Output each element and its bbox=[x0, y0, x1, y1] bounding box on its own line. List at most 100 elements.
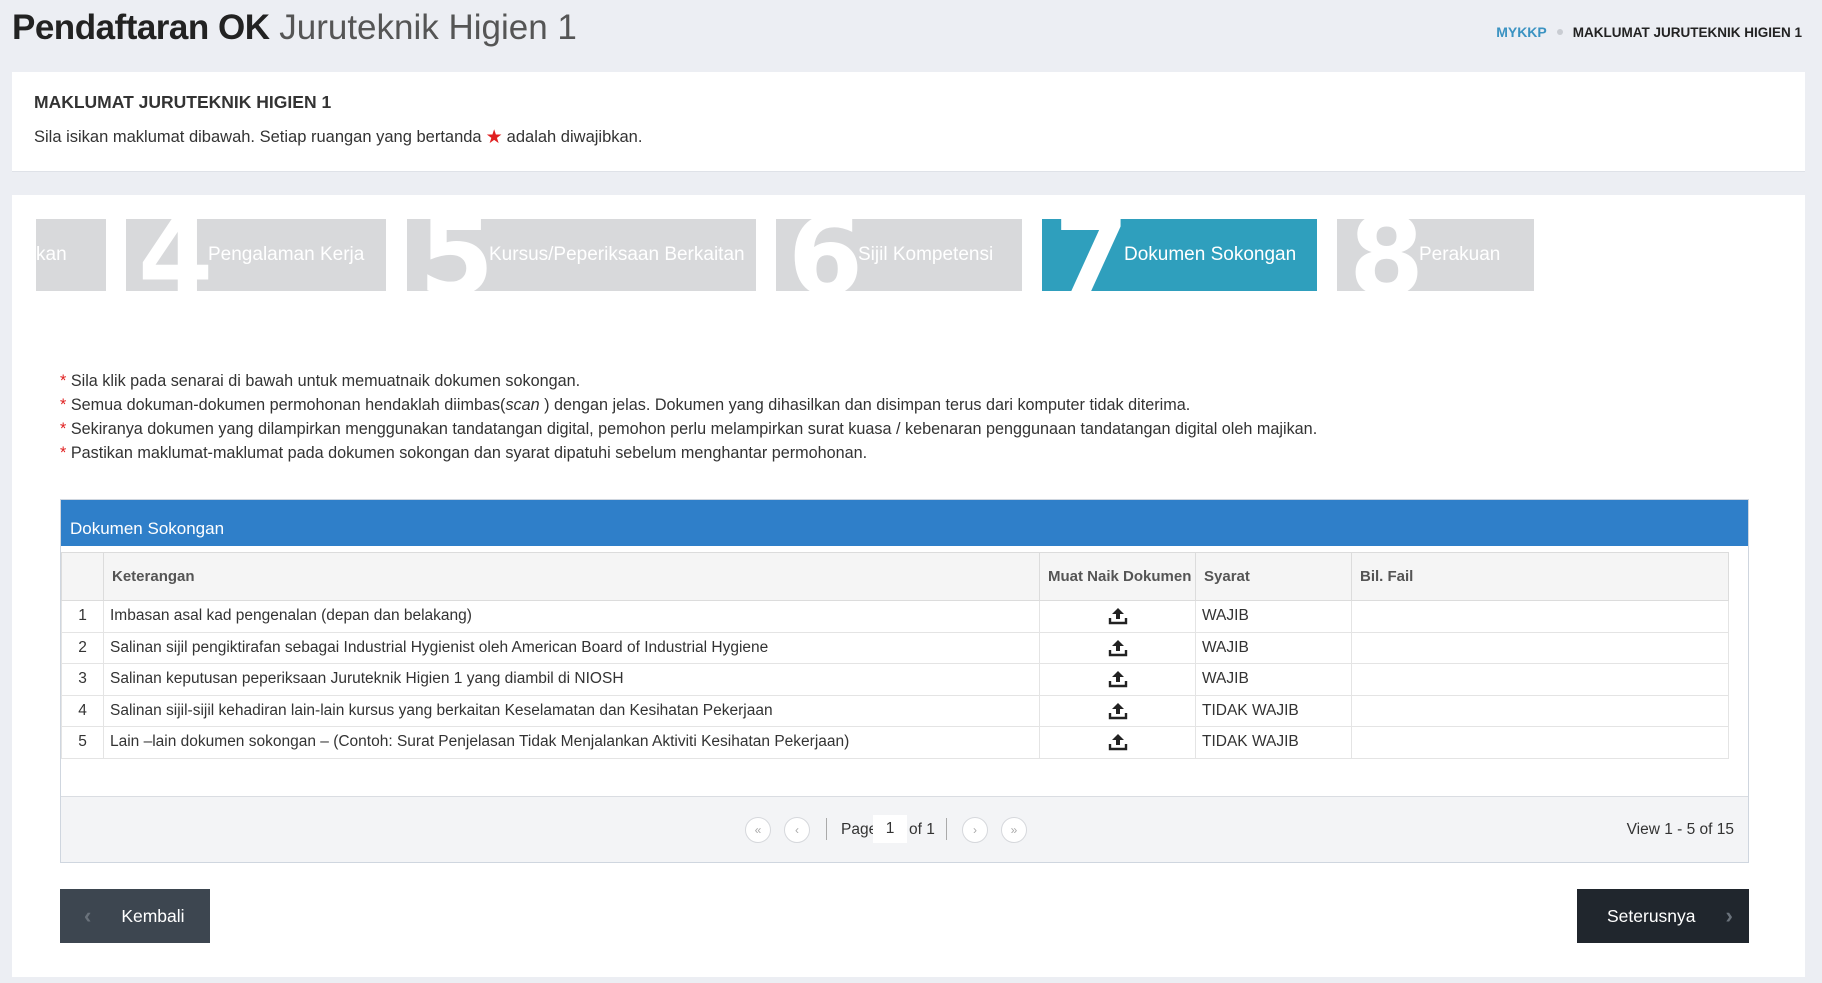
prev-page-icon[interactable]: ‹ bbox=[784, 817, 810, 843]
documents-table: Keterangan Muat Naik Dokumen Syarat Bil.… bbox=[61, 552, 1729, 759]
grid-pager: « ‹ Page of 1 › » View 1 - 5 of 15 bbox=[61, 796, 1748, 862]
wizard-step-label: Sijil Kompetensi bbox=[858, 244, 994, 265]
upload-icon[interactable] bbox=[1108, 639, 1128, 657]
wizard-step-number: 5 bbox=[419, 219, 495, 291]
table-row[interactable]: 1 Imbasan asal kad pengenalan (depan dan … bbox=[61, 600, 1729, 633]
wizard-step-number: 6 bbox=[788, 219, 864, 291]
upload-cell bbox=[1039, 600, 1196, 633]
back-button-label: Kembali bbox=[121, 905, 185, 926]
row-number: 1 bbox=[61, 600, 104, 633]
wizard-steps: kan 4 Pengalaman Kerja 5 Kursus/Peperiks… bbox=[36, 219, 1780, 291]
next-button-label: Seterusnya bbox=[1607, 905, 1696, 926]
documents-grid: Dokumen Sokongan Keterangan Muat Naik Do… bbox=[60, 499, 1749, 863]
document-description: Salinan keputusan peperiksaan Juruteknik… bbox=[103, 663, 1040, 696]
instruction-text-after: adalah diwajibkan. bbox=[506, 128, 643, 146]
last-page-icon[interactable]: » bbox=[1001, 817, 1027, 843]
wizard-step-label: Kursus/Peperiksaan Berkaitan bbox=[489, 244, 745, 265]
required-marker: * bbox=[60, 444, 67, 462]
grid-body: Keterangan Muat Naik Dokumen Syarat Bil.… bbox=[61, 552, 1729, 759]
page-header: Pendaftaran OK Juruteknik Higien 1 MYKKP… bbox=[0, 0, 1822, 60]
column-header-keterangan[interactable]: Keterangan bbox=[103, 552, 1040, 601]
table-row[interactable]: 4 Salinan sijil-sijil kehadiran lain-lain… bbox=[61, 694, 1729, 727]
wizard-step-3[interactable]: kan bbox=[36, 219, 106, 291]
note-line: * Sila klik pada senarai di bawah untuk … bbox=[60, 369, 1317, 393]
grid-caption: Dokumen Sokongan bbox=[61, 500, 1748, 546]
page-title: Pendaftaran OK Juruteknik Higien 1 bbox=[12, 6, 577, 50]
column-header-muat-naik[interactable]: Muat Naik Dokumen bbox=[1039, 552, 1196, 601]
note-text: ) dengan jelas. Dokumen yang dihasilkan … bbox=[539, 396, 1191, 414]
page-number-input[interactable] bbox=[873, 815, 907, 843]
document-description: Lain –lain dokumen sokongan – (Contoh: S… bbox=[103, 726, 1040, 759]
document-description: Imbasan asal kad pengenalan (depan dan b… bbox=[103, 600, 1040, 633]
document-requirement: TIDAK WAJIB bbox=[1195, 694, 1352, 727]
wizard-step-label: Perakuan bbox=[1419, 244, 1501, 265]
upload-cell bbox=[1039, 663, 1196, 696]
upload-cell bbox=[1039, 694, 1196, 727]
required-marker: * bbox=[60, 372, 67, 390]
wizard-step-5[interactable]: 5 Kursus/Peperiksaan Berkaitan bbox=[407, 219, 756, 291]
file-count bbox=[1351, 694, 1729, 727]
upload-cell bbox=[1039, 631, 1196, 664]
table-row[interactable]: 3 Salinan keputusan peperiksaan Jurutekni… bbox=[61, 663, 1729, 696]
document-requirement: WAJIB bbox=[1195, 663, 1352, 696]
back-button[interactable]: ‹ Kembali bbox=[60, 889, 210, 943]
upload-icon[interactable] bbox=[1108, 670, 1128, 688]
row-number: 4 bbox=[61, 694, 104, 727]
wizard-step-7-active[interactable]: 7 Dokumen Sokongan bbox=[1042, 219, 1317, 291]
upload-icon[interactable] bbox=[1108, 733, 1128, 751]
table-row[interactable]: 2 Salinan sijil pengiktirafan sebagai Ind… bbox=[61, 631, 1729, 664]
file-count bbox=[1351, 600, 1729, 633]
wizard-step-number: 7 bbox=[1054, 219, 1130, 291]
required-star-icon: ★ bbox=[485, 126, 503, 148]
instruction-text-before: Sila isikan maklumat dibawah. Setiap rua… bbox=[34, 128, 482, 146]
file-count bbox=[1351, 663, 1729, 696]
wizard-step-4[interactable]: 4 Pengalaman Kerja bbox=[126, 219, 386, 291]
breadcrumb-current: MAKLUMAT JURUTEKNIK HIGIEN 1 bbox=[1572, 24, 1802, 40]
row-number: 3 bbox=[61, 663, 104, 696]
pager-divider bbox=[946, 818, 947, 840]
record-count: View 1 - 5 of 15 bbox=[1626, 821, 1734, 838]
wizard-step-number: 4 bbox=[138, 219, 214, 291]
upload-icon[interactable] bbox=[1108, 607, 1128, 625]
note-line: * Sekiranya dokumen yang dilampirkan men… bbox=[60, 417, 1317, 441]
required-marker: * bbox=[60, 420, 67, 438]
wizard-step-8[interactable]: 8 Perakuan bbox=[1337, 219, 1534, 291]
note-line: * Pastikan maklumat-maklumat pada dokume… bbox=[60, 441, 1317, 465]
next-button[interactable]: Seterusnya › bbox=[1577, 889, 1749, 943]
column-header-syarat[interactable]: Syarat bbox=[1195, 552, 1352, 601]
info-card: MAKLUMAT JURUTEKNIK HIGIEN 1 Sila isikan… bbox=[12, 72, 1805, 172]
note-text: Pastikan maklumat-maklumat pada dokumen … bbox=[70, 444, 868, 462]
file-count bbox=[1351, 631, 1729, 664]
document-requirement: TIDAK WAJIB bbox=[1195, 726, 1352, 759]
note-text-em: scan bbox=[505, 396, 540, 414]
required-marker: * bbox=[60, 396, 67, 414]
note-text: Sila klik pada senarai di bawah untuk me… bbox=[70, 372, 581, 390]
breadcrumb-separator-icon bbox=[1556, 29, 1563, 35]
wizard-step-label: kan bbox=[36, 244, 67, 265]
row-number: 2 bbox=[61, 631, 104, 664]
wizard-step-label: Pengalaman Kerja bbox=[208, 244, 365, 265]
upload-notes: * Sila klik pada senarai di bawah untuk … bbox=[60, 369, 1317, 465]
row-number: 5 bbox=[61, 726, 104, 759]
document-requirement: WAJIB bbox=[1195, 600, 1352, 633]
document-requirement: WAJIB bbox=[1195, 631, 1352, 664]
column-header-bil-fail[interactable]: Bil. Fail bbox=[1351, 552, 1729, 601]
table-row[interactable]: 5 Lain –lain dokumen sokongan – (Contoh: … bbox=[61, 726, 1729, 759]
note-text: Semua dokuman-dokumen permohonan hendakl… bbox=[70, 396, 506, 414]
note-line: * Semua dokuman-dokumen permohonan henda… bbox=[60, 393, 1317, 417]
document-description: Salinan sijil pengiktirafan sebagai Indu… bbox=[103, 631, 1040, 664]
upload-icon[interactable] bbox=[1108, 702, 1128, 720]
wizard-step-6[interactable]: 6 Sijil Kompetensi bbox=[776, 219, 1022, 291]
wizard-step-number: 8 bbox=[1349, 219, 1425, 291]
note-text: Sekiranya dokumen yang dilampirkan mengg… bbox=[70, 420, 1318, 438]
breadcrumb-home-link[interactable]: MYKKP bbox=[1496, 24, 1547, 40]
file-count bbox=[1351, 726, 1729, 759]
next-page-icon[interactable]: › bbox=[962, 817, 988, 843]
section-title: MAKLUMAT JURUTEKNIK HIGIEN 1 bbox=[34, 92, 332, 112]
chevron-left-icon: ‹ bbox=[84, 903, 92, 928]
first-page-icon[interactable]: « bbox=[745, 817, 771, 843]
instruction-text: Sila isikan maklumat dibawah. Setiap rua… bbox=[34, 128, 642, 147]
page-title-main: Pendaftaran OK bbox=[12, 8, 270, 47]
page-label: Page bbox=[841, 821, 878, 838]
main-card: kan 4 Pengalaman Kerja 5 Kursus/Peperiks… bbox=[12, 195, 1805, 977]
